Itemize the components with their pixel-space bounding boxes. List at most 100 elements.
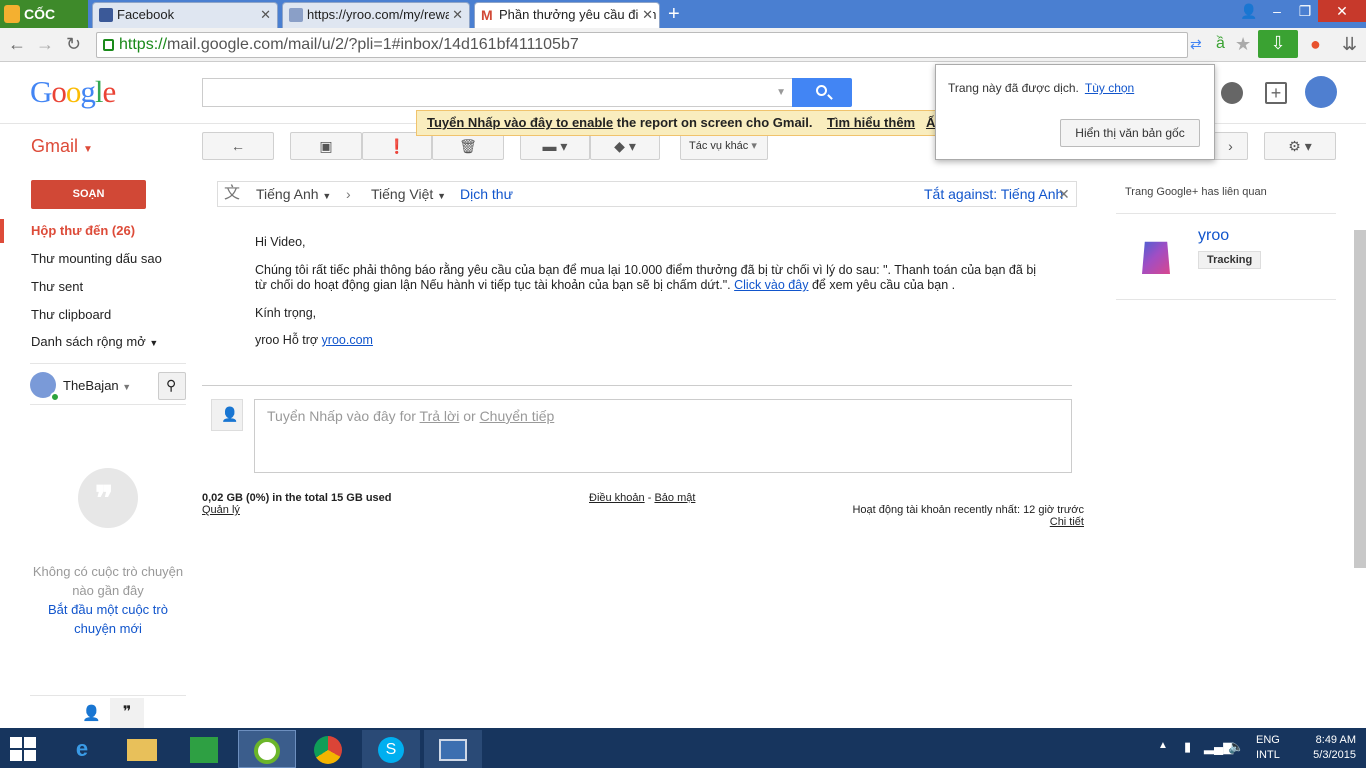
file-explorer-icon[interactable] <box>114 730 170 768</box>
address-bar[interactable]: https://mail.google.com/mail/u/2/?pli=1#… <box>96 32 1188 58</box>
share-icon[interactable]: + <box>1265 82 1287 104</box>
archive-button[interactable]: ▣ <box>290 132 362 160</box>
source-language-select[interactable]: Tiếng Anh ▼ <box>256 182 331 208</box>
yroo-logo[interactable] <box>1142 241 1170 274</box>
chrome-icon[interactable] <box>300 730 356 768</box>
archive-icon: ▣ <box>319 138 333 154</box>
compose-button[interactable]: SOẠN <box>31 180 146 209</box>
yroo-link[interactable]: yroo.com <box>322 333 373 347</box>
newer-button[interactable]: › <box>1214 132 1248 160</box>
notice-extra-link[interactable]: Ấ <box>926 115 935 130</box>
tab-facebook[interactable]: Facebook ✕ <box>92 2 278 28</box>
clock[interactable]: 8:49 AM 5/3/2015 <box>1296 733 1356 763</box>
sidebar-item-sent[interactable]: Thư sent <box>31 279 83 294</box>
hangouts-icon: ❞ <box>78 468 138 528</box>
store-icon[interactable] <box>176 730 232 768</box>
notifications-icon[interactable] <box>1221 82 1243 104</box>
reply-avatar: 👤 <box>211 399 243 431</box>
reload-icon[interactable]: ↻ <box>66 34 81 54</box>
notice-link[interactable]: Tuyển Nhấp vào đây to enable <box>427 115 613 130</box>
target-language-select[interactable]: Tiếng Việt ▼ <box>371 182 446 208</box>
chat-user[interactable]: TheBajan ▼ <box>30 372 160 402</box>
search-input[interactable]: ▼ <box>202 78 792 107</box>
translate-options-link[interactable]: Tùy chọn <box>1085 81 1134 95</box>
menu-icon[interactable]: ⇊ <box>1342 34 1357 54</box>
chevron-down-icon: ▼ <box>149 338 159 348</box>
sidebar-item-inbox[interactable]: Hộp thư đến (26) <box>31 223 135 238</box>
facebook-icon <box>99 8 113 22</box>
translate-bar: 文 Tiếng Anh ▼ › Tiếng Việt ▼ Dịch thư Tắ… <box>217 181 1077 207</box>
report-spam-button[interactable]: ❗ <box>362 132 432 160</box>
user-icon[interactable]: 👤 <box>1234 0 1264 22</box>
vietnamese-input-icon[interactable]: ầ <box>1216 34 1225 54</box>
manage-storage-link[interactable]: Quản lý <box>202 504 240 516</box>
sidebar-item-drafts[interactable]: Thư clipboard <box>31 307 111 322</box>
start-chat-link[interactable]: Bắt đầu một cuộc trò chuyện mới <box>30 600 186 638</box>
tab-title: Facebook <box>117 7 175 22</box>
remote-desktop-icon[interactable] <box>424 730 482 768</box>
tab-gmail[interactable]: M Phần thưởng yêu cầu điểm ✕ <box>474 2 660 28</box>
forward-icon[interactable]: → <box>36 34 54 54</box>
chat-search-button[interactable]: ⚲ <box>158 372 186 400</box>
skype-icon[interactable]: S <box>362 730 420 768</box>
show-hidden-icons[interactable]: ▲ <box>1158 740 1168 751</box>
show-original-button[interactable]: Hiển thị văn bản gốc <box>1060 119 1200 147</box>
contacts-icon[interactable]: 👤 <box>82 704 101 722</box>
more-actions-label: Tác vụ khác <box>689 140 749 152</box>
more-actions-button[interactable]: Tác vụ khác ▾ <box>680 132 768 160</box>
reply-link[interactable]: Trả lời <box>420 408 460 424</box>
gmail-menu[interactable]: Gmail ▼ <box>31 136 93 157</box>
coccoc-taskbar-icon[interactable] <box>238 730 296 768</box>
search-button[interactable] <box>792 78 852 107</box>
terms-link[interactable]: Điều khoản <box>589 492 645 504</box>
url-scheme: https:// <box>119 36 168 53</box>
learn-more-link[interactable]: Tìm hiểu thêm <box>827 115 915 130</box>
minimize-icon[interactable]: – <box>1262 0 1292 22</box>
yroo-page-link[interactable]: yroo <box>1198 227 1229 245</box>
sidebar-item-starred[interactable]: Thư mounting dấu sao <box>31 251 162 266</box>
close-icon[interactable]: ✕ <box>1058 182 1070 206</box>
back-to-inbox-button[interactable]: ← <box>202 132 274 160</box>
settings-button[interactable]: ⚙ ▾ <box>1264 132 1336 160</box>
new-tab-icon[interactable]: + <box>668 4 680 24</box>
forward-link[interactable]: Chuyển tiếp <box>480 408 555 424</box>
input-language[interactable]: ENG INTL <box>1256 733 1280 763</box>
reply-prefix: Tuyển Nhấp vào đây for <box>267 408 420 424</box>
battery-icon[interactable]: ▮ <box>1184 739 1191 755</box>
extension-icon[interactable]: ● <box>1310 34 1321 54</box>
internet-explorer-icon[interactable]: e <box>54 730 110 768</box>
close-icon[interactable]: ✕ <box>449 3 463 27</box>
maximize-icon[interactable]: ❐ <box>1290 0 1320 22</box>
translate-icon[interactable]: ⇄ <box>1190 34 1202 54</box>
avatar[interactable] <box>1305 76 1337 108</box>
back-icon[interactable]: ← <box>8 34 26 54</box>
labels-button[interactable]: ◆ ▾ <box>590 132 660 160</box>
chevron-down-icon[interactable]: ▼ <box>776 87 786 98</box>
coccoc-logo[interactable]: CỐC CỐC <box>0 0 88 50</box>
details-link[interactable]: Chi tiết <box>1000 516 1084 528</box>
tracking-badge: Tracking <box>1198 251 1262 269</box>
turn-off-translation-link[interactable]: Tắt against: Tiếng Anh <box>924 182 1063 206</box>
scrollbar[interactable] <box>1354 230 1366 568</box>
start-button[interactable] <box>10 737 36 761</box>
volume-icon[interactable]: 🔈 <box>1228 739 1244 755</box>
message-body: Chúng tôi rất tiếc phải thông báo rằng y… <box>255 263 1065 293</box>
download-icon[interactable]: ⇩ <box>1258 30 1298 58</box>
chevron-down-icon: ▼ <box>83 144 93 155</box>
move-to-button[interactable]: ▬ ▾ <box>520 132 590 160</box>
reply-box[interactable]: Tuyển Nhấp vào đây for Trả lời or Chuyển… <box>254 399 1072 473</box>
star-icon[interactable]: ★ <box>1235 34 1251 54</box>
click-here-link[interactable]: Click vào đây <box>734 278 808 292</box>
google-logo[interactable]: Google <box>30 74 116 110</box>
sidebar-item-more[interactable]: Danh sách rộng mở ▼ <box>31 334 158 349</box>
footer-links: Điều khoản - Bảo mật <box>589 492 695 504</box>
tab-yroo[interactable]: https://yroo.com/my/rewa ✕ <box>282 2 470 28</box>
delete-button[interactable]: 🗑 <box>432 132 504 160</box>
close-window-icon[interactable]: ✕ <box>1318 0 1366 22</box>
online-status-icon <box>50 392 60 402</box>
close-icon[interactable]: ✕ <box>260 3 271 27</box>
translate-message-link[interactable]: Dịch thư <box>460 182 513 206</box>
close-icon[interactable]: ✕ <box>639 3 653 27</box>
hangouts-tab-icon[interactable]: ❞ <box>110 698 144 728</box>
privacy-link[interactable]: Bảo mật <box>654 492 695 504</box>
